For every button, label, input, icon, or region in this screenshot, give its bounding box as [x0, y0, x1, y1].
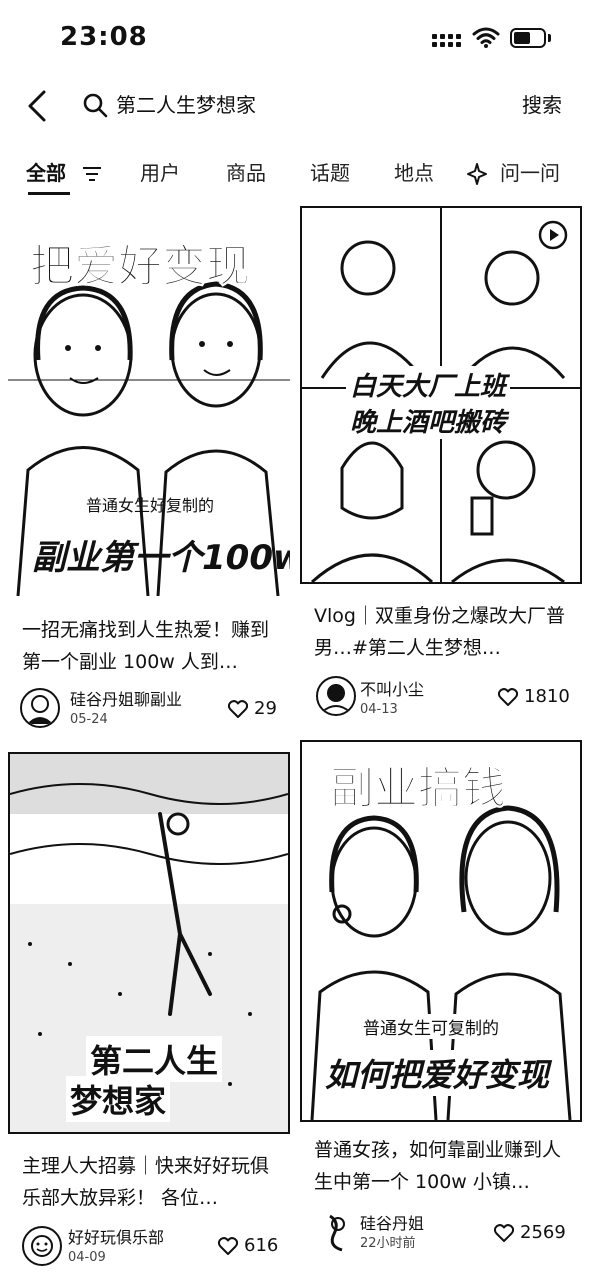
like-count: 2569 — [520, 1222, 566, 1243]
cover-caption: 普通女生可复制的 — [360, 1014, 502, 1039]
wifi-icon — [472, 27, 500, 48]
note-card[interactable]: 白天大厂上班 晚上酒吧搬砖 Vlog｜双重身份之爆改大厂普男…#第二人生梦想… … — [300, 206, 582, 736]
cover-subheadline: 梦想家 — [66, 1076, 171, 1122]
author-avatar[interactable] — [22, 1226, 62, 1266]
author-name[interactable]: 硅谷丹姐 — [360, 1214, 424, 1234]
like-heart-icon[interactable] — [218, 1237, 238, 1255]
like-count: 616 — [244, 1235, 279, 1256]
cover-headline: 白天大厂上班 — [346, 366, 511, 403]
note-title[interactable]: 一招无痛找到人生热爱！赚到第一个副业 100w 人到… — [22, 614, 284, 678]
post-date: 04-13 — [360, 702, 398, 717]
back-arrow-icon[interactable] — [22, 88, 54, 124]
cover-subheadline: 如何把爱好变现 — [322, 1050, 553, 1096]
cover-headline: 把爱好变现 — [30, 241, 251, 293]
note-card[interactable]: 把爱好变现 普通女生好复制的 副业第一个100w 一招无痛找到人生热爱！赚到第一… — [8, 210, 290, 740]
note-card[interactable]: 副业搞钱 普通女生可复制的 如何把爱好变现 普通女孩，如何靠副业赚到人生中第一个… — [300, 740, 582, 1280]
note-card[interactable]: 第二人生 梦想家 主理人大招募｜快来好好玩俱乐部大放异彩！ 各位… 好好玩俱乐部… — [8, 752, 290, 1280]
author-avatar[interactable] — [316, 676, 356, 716]
search-input[interactable]: 第二人生梦想家 — [116, 90, 256, 120]
author-name[interactable]: 硅谷丹姐聊副业 — [70, 690, 182, 710]
filter-icon[interactable] — [82, 166, 102, 182]
like-heart-icon[interactable] — [498, 688, 518, 706]
card-cover-image: 把爱好变现 普通女生好复制的 副业第一个100w — [8, 210, 290, 596]
battery-icon — [510, 28, 551, 48]
search-header: 第二人生梦想家 搜索 — [0, 80, 591, 134]
tab-places[interactable]: 地点 — [394, 158, 434, 188]
author-name[interactable]: 好好玩俱乐部 — [68, 1228, 164, 1248]
search-icon — [83, 93, 108, 118]
video-play-icon — [538, 220, 568, 250]
card-cover-image: 副业搞钱 普通女生可复制的 如何把爱好变现 — [300, 740, 582, 1122]
card-cover-image: 第二人生 梦想家 — [8, 752, 290, 1134]
like-heart-icon[interactable] — [494, 1224, 514, 1242]
cover-caption: 普通女生好复制的 — [86, 496, 215, 515]
like-count: 29 — [254, 698, 277, 719]
card-cover-image: 白天大厂上班 晚上酒吧搬砖 — [300, 206, 582, 584]
tab-topics[interactable]: 话题 — [310, 158, 350, 188]
cover-subheadline: 晚上酒吧搬砖 — [346, 402, 511, 439]
note-title[interactable]: 普通女孩，如何靠副业赚到人生中第一个 100w 小镇… — [314, 1134, 576, 1198]
cover-headline: 副业搞钱 — [330, 763, 507, 815]
cellular-signal-icon — [432, 30, 464, 50]
search-button[interactable]: 搜索 — [522, 90, 562, 120]
active-tab-indicator — [28, 192, 70, 195]
cover-subheadline: 副业第一个100w — [32, 538, 290, 578]
tab-products[interactable]: 商品 — [226, 158, 266, 188]
note-title[interactable]: Vlog｜双重身份之爆改大厂普男…#第二人生梦想… — [314, 600, 576, 664]
ask-sparkle-icon — [467, 163, 487, 185]
post-date: 04-09 — [68, 1250, 106, 1265]
like-count: 1810 — [524, 686, 570, 707]
filter-tabs: 全部 用户 商品 话题 地点 问一问 — [0, 150, 591, 198]
like-heart-icon[interactable] — [228, 700, 248, 718]
author-name[interactable]: 不叫小尘 — [360, 680, 424, 700]
tab-users[interactable]: 用户 — [140, 158, 180, 188]
tab-all[interactable]: 全部 — [26, 158, 66, 188]
note-title[interactable]: 主理人大招募｜快来好好玩俱乐部大放异彩！ 各位… — [22, 1150, 284, 1214]
author-avatar[interactable] — [316, 1212, 356, 1252]
post-date: 05-24 — [70, 712, 108, 727]
status-time: 23:08 — [60, 22, 148, 52]
status-bar: 23:08 — [0, 0, 591, 80]
tab-ask[interactable]: 问一问 — [500, 158, 560, 188]
author-avatar[interactable] — [20, 688, 60, 728]
post-date: 22小时前 — [360, 1236, 416, 1251]
